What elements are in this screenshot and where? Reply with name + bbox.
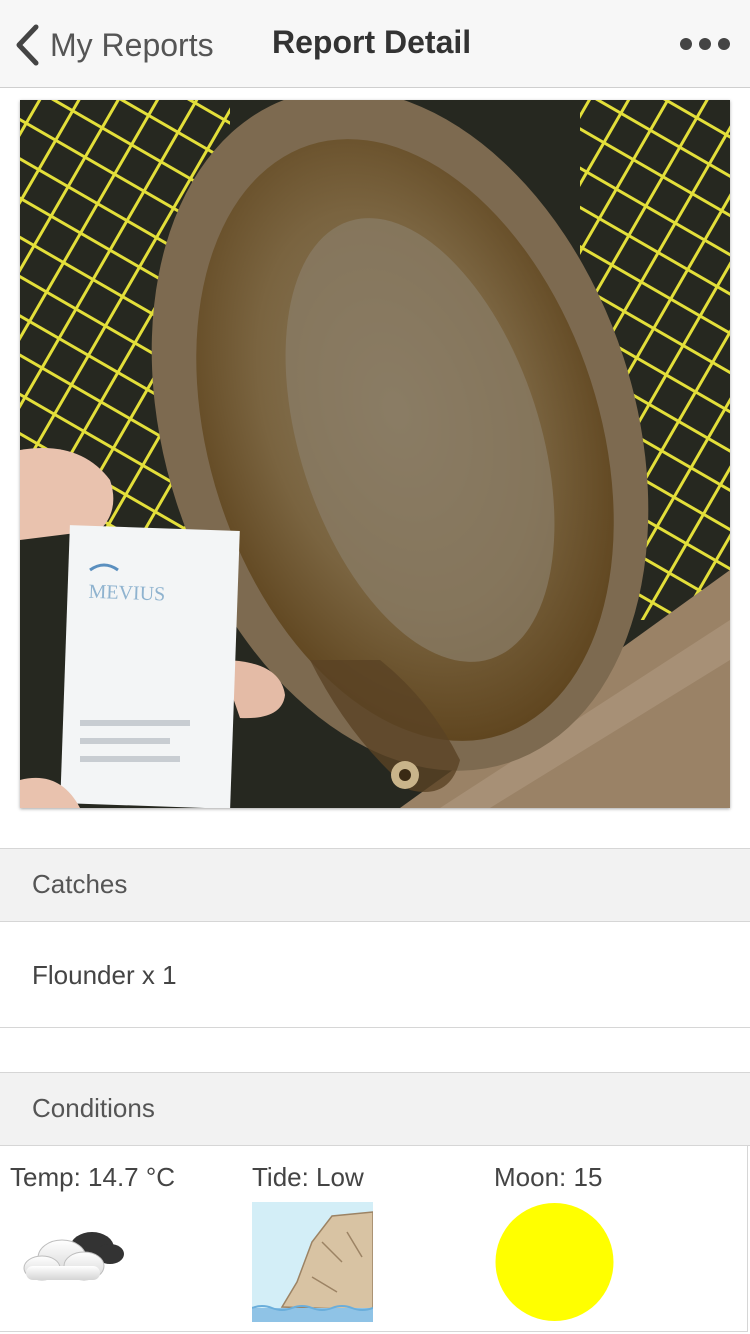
tide-label: Tide: Low <box>252 1162 364 1192</box>
moon-label: Moon: 15 <box>494 1162 603 1192</box>
cloudy-icon <box>23 1232 124 1281</box>
catch-item-label: Flounder x 1 <box>32 960 177 990</box>
page-title: Report Detail <box>272 24 472 60</box>
svg-text:MEVIUS: MEVIUS <box>88 581 165 606</box>
conditions-section-header: Conditions <box>0 1072 750 1146</box>
low-tide-icon <box>252 1202 373 1322</box>
more-options-button[interactable] <box>680 34 730 54</box>
catch-photo[interactable]: MEVIUS <box>20 100 730 808</box>
more-dots-icon <box>680 38 692 50</box>
temp-label: Temp: 14.7 °C <box>10 1162 176 1192</box>
navigation-bar: My Reports Report Detail <box>0 0 750 88</box>
full-moon-icon <box>495 1203 614 1321</box>
back-button-label: My Reports <box>50 26 214 63</box>
conditions-header-label: Conditions <box>32 1093 155 1123</box>
catches-header-label: Catches <box>32 869 128 899</box>
back-button[interactable]: My Reports <box>12 20 214 70</box>
conditions-panel: Temp: 14.7 °C Tide: Low Moon: 15 <box>0 1146 748 1332</box>
catch-list-item[interactable]: Flounder x 1 <box>0 922 750 1028</box>
catches-section-header: Catches <box>0 848 750 922</box>
chevron-left-icon <box>12 23 42 67</box>
